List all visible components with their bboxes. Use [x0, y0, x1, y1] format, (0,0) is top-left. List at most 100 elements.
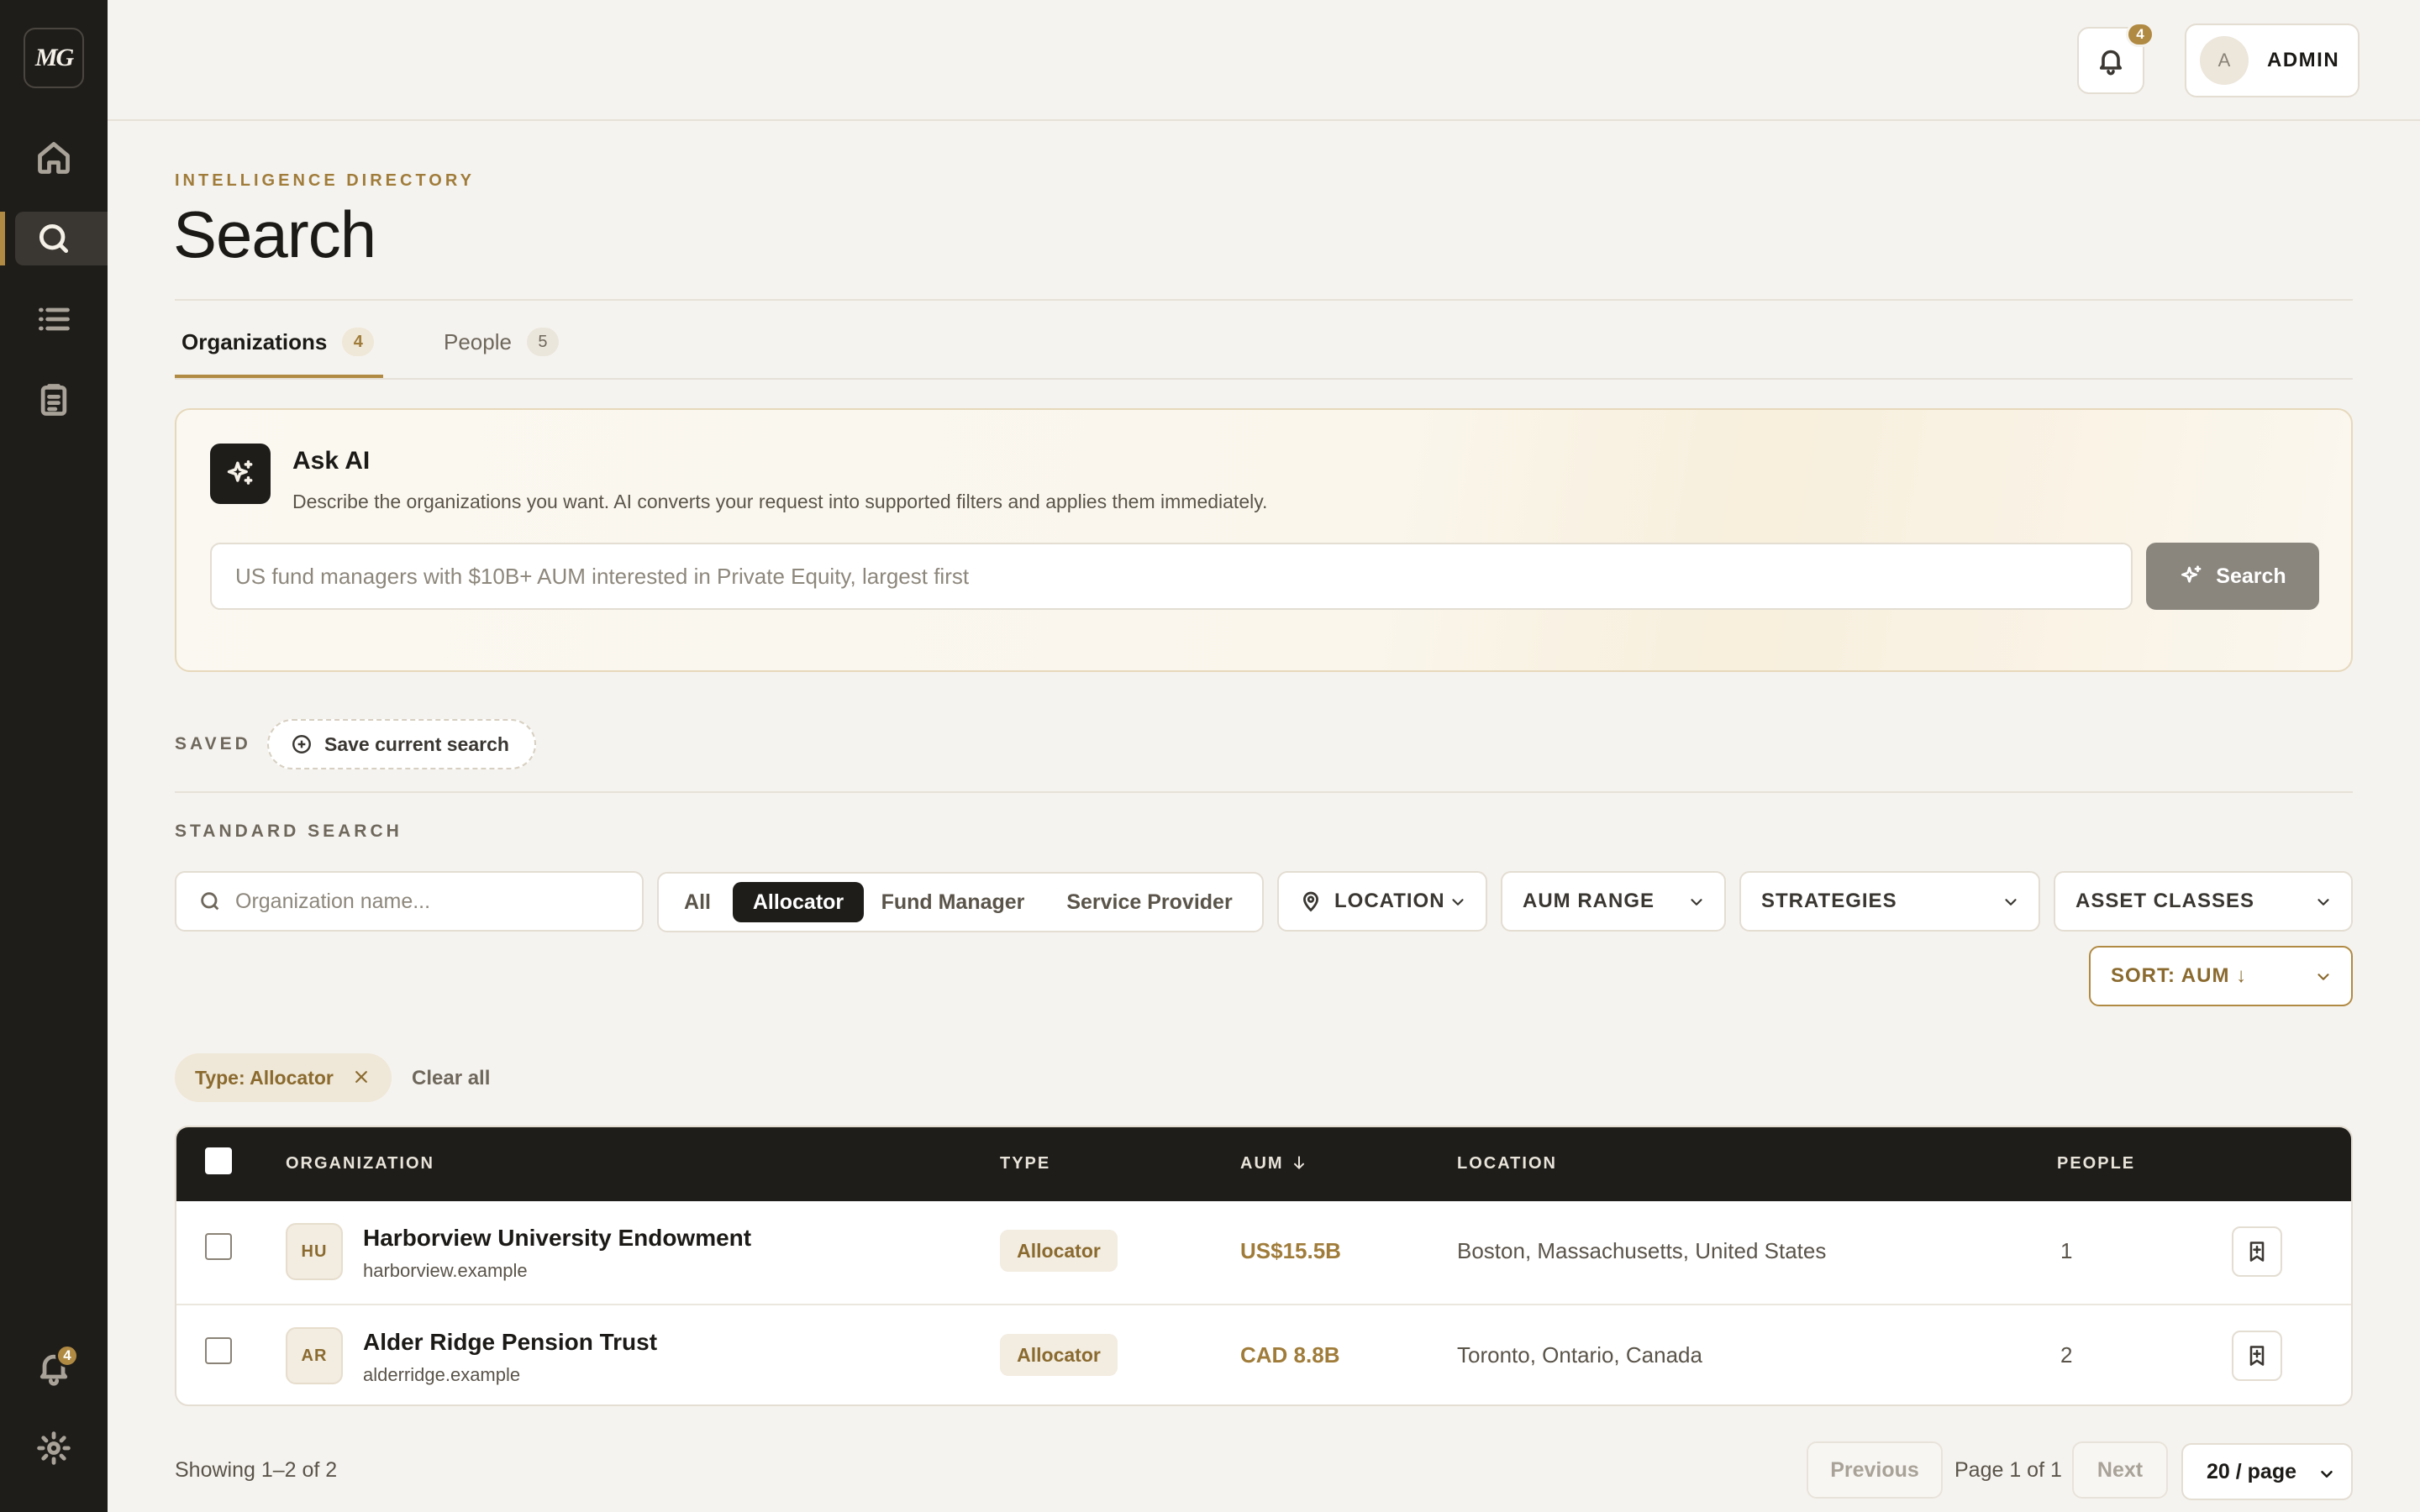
type-option-all[interactable]: All [669, 882, 726, 922]
save-current-search-button[interactable]: Save current search [267, 719, 536, 769]
type-option-allocator[interactable]: Allocator [733, 882, 864, 922]
clipboard-icon [40, 384, 67, 416]
tab-organizations[interactable]: Organizations 4 [182, 328, 375, 356]
chip-label: Type: Allocator [195, 1066, 334, 1089]
results-summary: Showing 1–2 of 2 [175, 1458, 338, 1482]
dropdown-label: ASSET CLASSES [2075, 890, 2255, 912]
close-icon[interactable] [353, 1068, 370, 1085]
page-eyebrow: INTELLIGENCE DIRECTORY [175, 171, 475, 190]
location-dropdown[interactable]: LOCATION [1277, 871, 1487, 932]
strategies-dropdown[interactable]: STRATEGIES [1739, 871, 2040, 932]
tab-label: Organizations [182, 328, 328, 354]
plus-circle-icon [292, 735, 311, 753]
ask-ai-title: Ask AI [292, 447, 371, 475]
arrow-down-icon [1293, 1156, 1304, 1169]
sort-dropdown[interactable]: SORT: AUM ↓ [2089, 946, 2353, 1006]
type-badge: Allocator [1000, 1334, 1118, 1376]
people-count: 2 [2060, 1342, 2073, 1368]
bookmark-plus-icon [2249, 1242, 2265, 1262]
organization-search-field[interactable] [175, 871, 644, 932]
filter-chip-type: Type: Allocator [175, 1053, 392, 1102]
sidebar-item-lists[interactable] [0, 292, 108, 346]
column-header-people[interactable]: PEOPLE [2057, 1154, 2135, 1173]
notification-count-badge: 4 [2126, 22, 2154, 47]
sidebar-item-reports[interactable] [0, 373, 108, 427]
select-all-checkbox[interactable] [205, 1147, 232, 1174]
sidebar-item-settings[interactable] [0, 1421, 108, 1475]
ask-ai-search-button[interactable]: Search [2146, 543, 2319, 610]
org-domain: alderridge.example [363, 1364, 521, 1385]
aum-value: US$15.5B [1240, 1238, 1341, 1263]
dropdown-label: LOCATION [1334, 890, 1445, 912]
column-header-aum[interactable]: AUM [1240, 1154, 1307, 1173]
results-table: ORGANIZATION TYPE AUM LOCATION PEOPLE HU… [175, 1126, 2353, 1406]
sparkle-icon [210, 444, 271, 504]
organization-name-input[interactable] [235, 889, 639, 914]
org-avatar: HU [286, 1223, 343, 1280]
bookmark-button[interactable] [2232, 1226, 2282, 1277]
org-avatar: AR [286, 1327, 343, 1384]
top-bar [108, 0, 2420, 121]
button-label: Search [2216, 564, 2286, 588]
sidebar: MG 4 [0, 0, 108, 1512]
tab-count-badge: 5 [526, 328, 559, 356]
sidebar-item-notifications[interactable]: 4 [0, 1341, 108, 1394]
search-icon [39, 223, 69, 254]
dropdown-label: AUM RANGE [1523, 890, 1655, 912]
tab-label: People [444, 328, 512, 354]
ask-ai-description: Describe the organizations you want. AI … [292, 491, 1268, 512]
table-header: ORGANIZATION TYPE AUM LOCATION PEOPLE [176, 1127, 2351, 1201]
list-icon [39, 307, 70, 331]
notification-badge: 4 [55, 1344, 79, 1368]
column-header-type[interactable]: TYPE [1000, 1154, 1050, 1173]
bookmark-plus-icon [2249, 1346, 2265, 1366]
chevron-down-icon [1691, 899, 1702, 906]
sparkle-icon [2181, 565, 2202, 583]
bell-icon [2099, 50, 2123, 76]
type-option-service-provider[interactable]: Service Provider [1042, 882, 1257, 922]
table-row[interactable]: AR Alder Ridge Pension Trust alderridge.… [176, 1304, 2351, 1404]
location-value: Toronto, Ontario, Canada [1457, 1342, 1702, 1368]
per-page-value: 20 / page [2207, 1459, 2296, 1483]
dropdown-label: SORT: AUM ↓ [2111, 964, 2248, 987]
per-page-select[interactable]: 20 / page [2181, 1443, 2353, 1500]
page-title: Search [173, 197, 376, 271]
sidebar-item-home[interactable] [0, 131, 108, 185]
divider [175, 791, 2353, 793]
chevron-down-icon [2317, 899, 2329, 906]
tab-people[interactable]: People 5 [444, 328, 559, 356]
table-row[interactable]: HU Harborview University Endowment harbo… [176, 1201, 2351, 1304]
app-logo[interactable]: MG [24, 28, 84, 88]
asset-classes-dropdown[interactable]: ASSET CLASSES [2054, 871, 2353, 932]
chevron-down-icon [2317, 974, 2329, 980]
people-count: 1 [2060, 1238, 2073, 1263]
column-header-location[interactable]: LOCATION [1457, 1154, 1557, 1173]
clear-all-button[interactable]: Clear all [412, 1067, 490, 1090]
ask-ai-input[interactable] [210, 543, 2133, 610]
next-page-button[interactable]: Next [2072, 1441, 2168, 1499]
dropdown-label: STRATEGIES [1761, 890, 1897, 912]
org-name-link[interactable]: Alder Ridge Pension Trust [363, 1329, 657, 1356]
user-menu-button[interactable]: A ADMIN [2185, 24, 2360, 97]
row-checkbox[interactable] [205, 1337, 232, 1364]
user-name: ADMIN [2267, 49, 2340, 71]
type-option-fund-manager[interactable]: Fund Manager [871, 882, 1035, 922]
sidebar-item-search[interactable] [0, 212, 108, 265]
tab-count-badge: 4 [342, 328, 375, 356]
aum-range-dropdown[interactable]: AUM RANGE [1501, 871, 1726, 932]
column-header-organization[interactable]: ORGANIZATION [286, 1154, 434, 1173]
bookmark-button[interactable] [2232, 1331, 2282, 1381]
tabs-divider [175, 378, 2353, 380]
location-value: Boston, Massachusetts, United States [1457, 1238, 1827, 1263]
page-indicator: Page 1 of 1 [1954, 1458, 2062, 1482]
type-badge: Allocator [1000, 1230, 1118, 1272]
org-name-link[interactable]: Harborview University Endowment [363, 1225, 751, 1252]
search-icon [201, 892, 219, 911]
chevron-down-icon [2005, 899, 2017, 906]
chevron-down-icon [2321, 1470, 2333, 1478]
org-domain: harborview.example [363, 1260, 528, 1281]
map-pin-icon [1303, 891, 1318, 912]
row-checkbox[interactable] [205, 1233, 232, 1260]
previous-page-button[interactable]: Previous [1807, 1441, 1943, 1499]
column-label: AUM [1240, 1154, 1284, 1173]
